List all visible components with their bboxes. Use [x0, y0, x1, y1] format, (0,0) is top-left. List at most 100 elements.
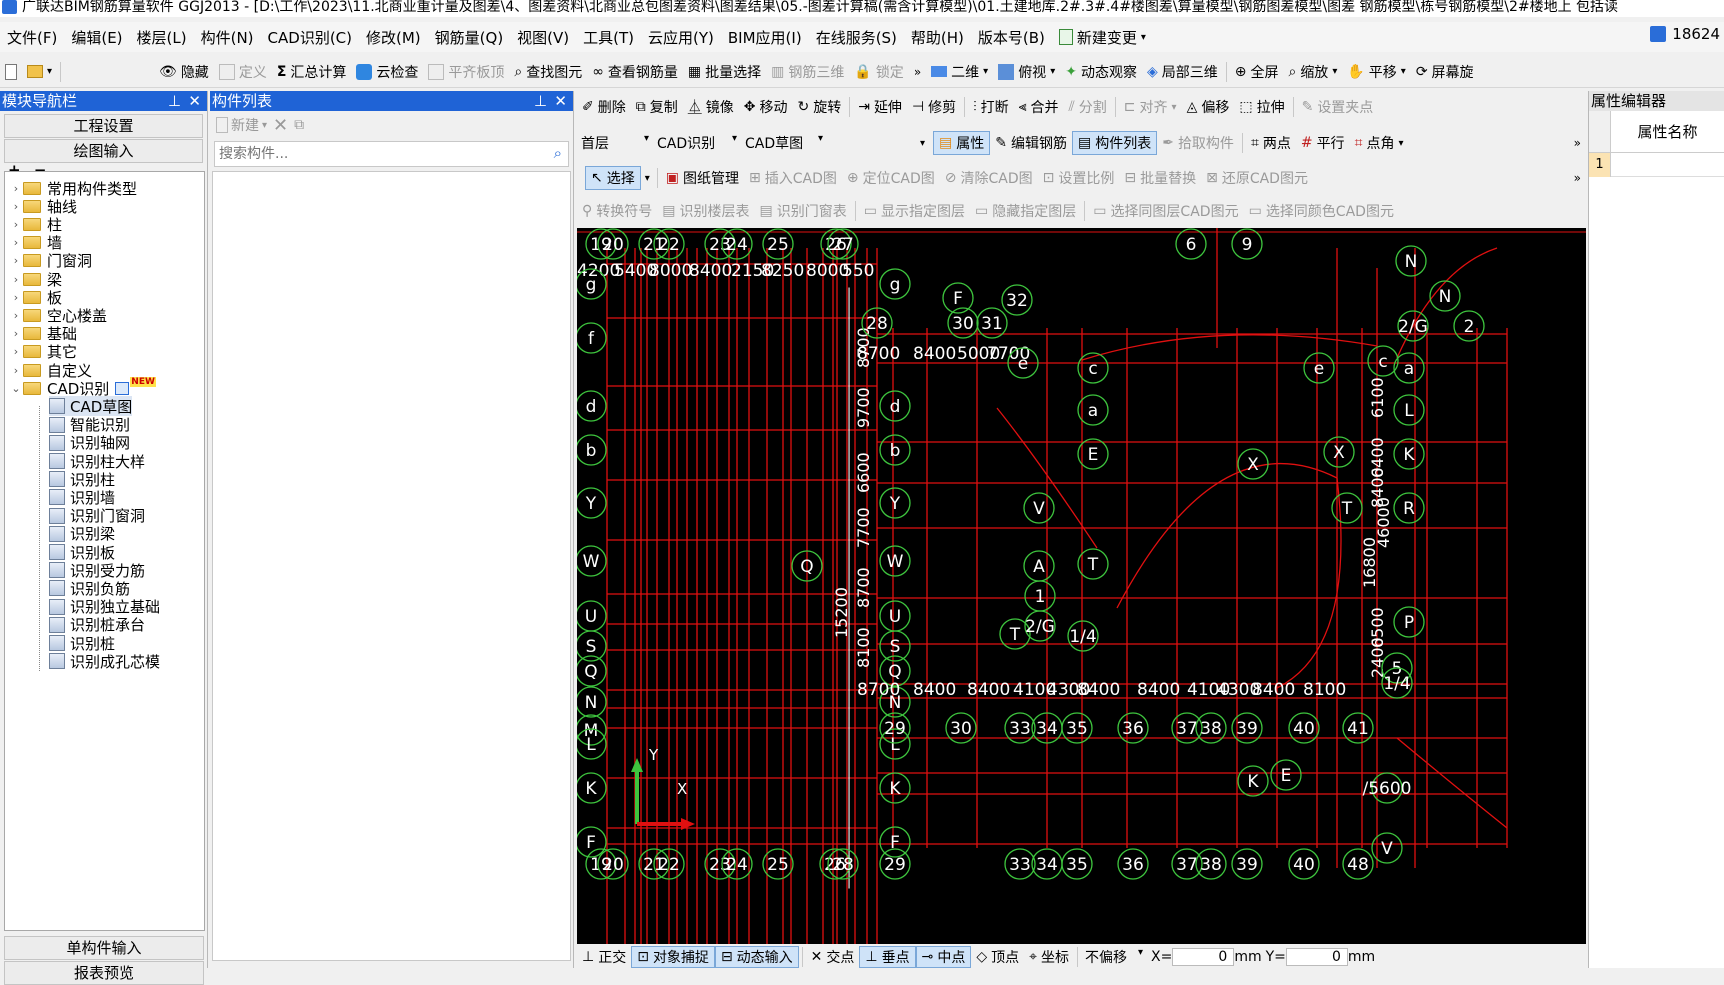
merge-button[interactable]: ⫷合并 — [1014, 93, 1064, 121]
y-coord-input[interactable]: 0 — [1286, 948, 1348, 966]
vertex-snap[interactable]: ◇顶点 — [971, 946, 1024, 968]
pin-icon[interactable]: ⊥ — [168, 91, 181, 111]
draw-input-button[interactable]: 绘图输入 — [4, 139, 203, 163]
chevron-right-icon[interactable]: › — [9, 273, 23, 286]
attribute-toggle[interactable]: ▤属性 — [933, 131, 990, 155]
move-button[interactable]: ✥移动 — [739, 93, 793, 121]
view-rebar-qty-button[interactable]: ∞查看钢筋量 — [587, 58, 683, 86]
recognize-door-window-table-button[interactable]: ▤识别门窗表 — [755, 197, 852, 225]
flush-slab-top-button[interactable]: 平齐板顶 — [423, 58, 509, 86]
chevron-right-icon[interactable]: › — [9, 291, 23, 304]
clear-cad-button[interactable]: ⊘清除CAD图 — [940, 164, 1038, 192]
pin-icon[interactable]: ⊥ — [534, 91, 547, 111]
batch-replace-button[interactable]: ⊟批量替换 — [1119, 164, 1201, 192]
tree-leaf[interactable]: 识别成孔芯模 — [49, 651, 160, 671]
rebar-3d-button[interactable]: ▥钢筋三维 — [766, 58, 849, 86]
component-select[interactable]: ▾ — [827, 138, 929, 149]
toolbar-overflow-chevron[interactable]: » — [909, 58, 926, 86]
toolbar-overflow-chevron[interactable]: » — [1569, 164, 1586, 192]
user-account[interactable]: 18624 — [1650, 25, 1720, 43]
dynamic-input-toggle[interactable]: ⊟动态输入 — [715, 946, 799, 968]
chevron-right-icon[interactable]: › — [9, 345, 23, 358]
define-button[interactable]: 定义 — [214, 58, 272, 86]
summary-calc-button[interactable]: Σ汇总计算 — [272, 58, 352, 86]
menu-edit[interactable]: 编辑(E) — [64, 27, 129, 48]
delete-component-icon[interactable]: ✕ — [273, 115, 288, 136]
menu-cad-recognize[interactable]: CAD识别(C) — [261, 27, 359, 48]
cad-drawing-canvas[interactable]: 1920212223242526276942005400800084002150… — [577, 228, 1586, 944]
local-3d-button[interactable]: ◈局部三维 — [1142, 58, 1223, 86]
project-settings-button[interactable]: 工程设置 — [4, 114, 203, 138]
delete-button[interactable]: ✐删除 — [577, 93, 631, 121]
menu-component[interactable]: 构件(N) — [194, 27, 261, 48]
chevron-right-icon[interactable]: › — [9, 364, 23, 377]
menu-version[interactable]: 版本号(B) — [971, 27, 1052, 48]
report-preview-button[interactable]: 报表预览 — [4, 961, 204, 985]
parallel-button[interactable]: #平行 — [1296, 129, 1350, 157]
tree-folder[interactable]: ›轴线 — [9, 196, 77, 216]
insert-cad-button[interactable]: ⊞插入CAD图 — [744, 164, 842, 192]
object-snap-toggle[interactable]: ⊡对象捕捉 — [631, 946, 715, 968]
menu-online[interactable]: 在线服务(S) — [809, 27, 904, 48]
set-scale-button[interactable]: ⊡设置比例 — [1038, 164, 1120, 192]
copy-button[interactable]: ⧉复制 — [631, 93, 683, 121]
screen-rotate-button[interactable]: ⟳屏幕旋 — [1411, 58, 1479, 86]
align-dropdown[interactable]: ⊏对齐▾ — [1119, 93, 1182, 121]
cloud-check-button[interactable]: 云检查 — [351, 58, 423, 86]
mirror-button[interactable]: ⏅镜像 — [683, 93, 739, 121]
floor-select[interactable]: 首层▾ — [577, 133, 653, 153]
close-icon[interactable]: ✕ — [188, 91, 201, 111]
midpoint-snap[interactable]: ⊸中点 — [916, 946, 972, 968]
close-icon[interactable]: ✕ — [554, 91, 567, 111]
chevron-right-icon[interactable]: › — [9, 218, 23, 231]
copy-component-icon[interactable]: ⧉ — [294, 117, 304, 133]
new-component-button[interactable]: 新建▾ — [216, 115, 267, 135]
toolbar-overflow-chevron[interactable]: » — [1569, 129, 1586, 157]
chevron-down-icon[interactable]: ▾ — [645, 173, 650, 184]
property-row[interactable]: 1 — [1589, 153, 1724, 177]
chevron-right-icon[interactable]: › — [9, 200, 23, 213]
chevron-right-icon[interactable]: › — [9, 182, 23, 195]
select-same-layer-button[interactable]: ▭选择同图层CAD图元 — [1088, 197, 1243, 225]
stretch-button[interactable]: ⬚拉伸 — [1234, 93, 1289, 121]
locate-cad-button[interactable]: ⊕定位CAD图 — [842, 164, 940, 192]
perpendicular-snap[interactable]: ⊥垂点 — [859, 946, 915, 968]
rotate-button[interactable]: ↻旋转 — [792, 93, 846, 121]
ortho-toggle[interactable]: ⊥正交 — [577, 946, 631, 968]
menu-new-change[interactable]: 新建变更 ▾ — [1052, 27, 1153, 48]
open-file-button[interactable]: ▾ — [22, 58, 57, 86]
drawing-manager-button[interactable]: ▣图纸管理 — [661, 164, 744, 192]
break-button[interactable]: ⫶打断 — [968, 93, 1014, 121]
chevron-right-icon[interactable]: › — [9, 254, 23, 267]
hide-layer-button[interactable]: ▭隐藏指定图层 — [970, 197, 1081, 225]
menu-tools[interactable]: 工具(T) — [576, 27, 641, 48]
menu-help[interactable]: 帮助(H) — [904, 27, 971, 48]
zoom-dropdown[interactable]: ⌕缩放▾ — [1283, 58, 1342, 86]
x-coord-input[interactable]: 0 — [1172, 948, 1234, 966]
chevron-down-icon[interactable]: ⌄ — [9, 382, 23, 395]
two-point-button[interactable]: ⌗两点 — [1246, 129, 1296, 157]
full-screen-button[interactable]: ⊕全屏 — [1230, 58, 1284, 86]
set-grip-button[interactable]: ✎设置夹点 — [1297, 93, 1379, 121]
single-component-input-button[interactable]: 单构件输入 — [4, 936, 204, 960]
menu-modify[interactable]: 修改(M) — [359, 27, 428, 48]
menu-rebar-qty[interactable]: 钢筋量(Q) — [428, 27, 511, 48]
dynamic-observe-button[interactable]: ✦动态观察 — [1060, 58, 1142, 86]
top-view-dropdown[interactable]: 俯视▾ — [993, 58, 1060, 86]
menu-bim[interactable]: BIM应用(I) — [721, 27, 809, 48]
property-row-name[interactable] — [1611, 153, 1724, 177]
sub-select[interactable]: CAD草图▾ — [741, 133, 827, 153]
menu-file[interactable]: 文件(F) — [0, 27, 64, 48]
pan-dropdown[interactable]: ✋平移▾ — [1342, 58, 1410, 86]
edit-rebar-button[interactable]: ✎编辑钢筋 — [990, 129, 1072, 157]
component-list-toggle[interactable]: ▤构件列表 — [1072, 131, 1157, 155]
hide-button[interactable]: 👁隐藏 — [154, 58, 214, 86]
show-layer-button[interactable]: ▭显示指定图层 — [859, 197, 970, 225]
split-button[interactable]: ⫽分割 — [1064, 93, 1112, 121]
recognize-floor-table-button[interactable]: ▤识别楼层表 — [657, 197, 754, 225]
trim-button[interactable]: ⊣修剪 — [907, 93, 961, 121]
restore-cad-button[interactable]: ⊠还原CAD图元 — [1201, 164, 1313, 192]
pick-component-button[interactable]: ✒拾取构件 — [1157, 129, 1239, 157]
chevron-right-icon[interactable]: › — [9, 327, 23, 340]
coordinate-snap[interactable]: ⌖坐标 — [1024, 946, 1074, 968]
